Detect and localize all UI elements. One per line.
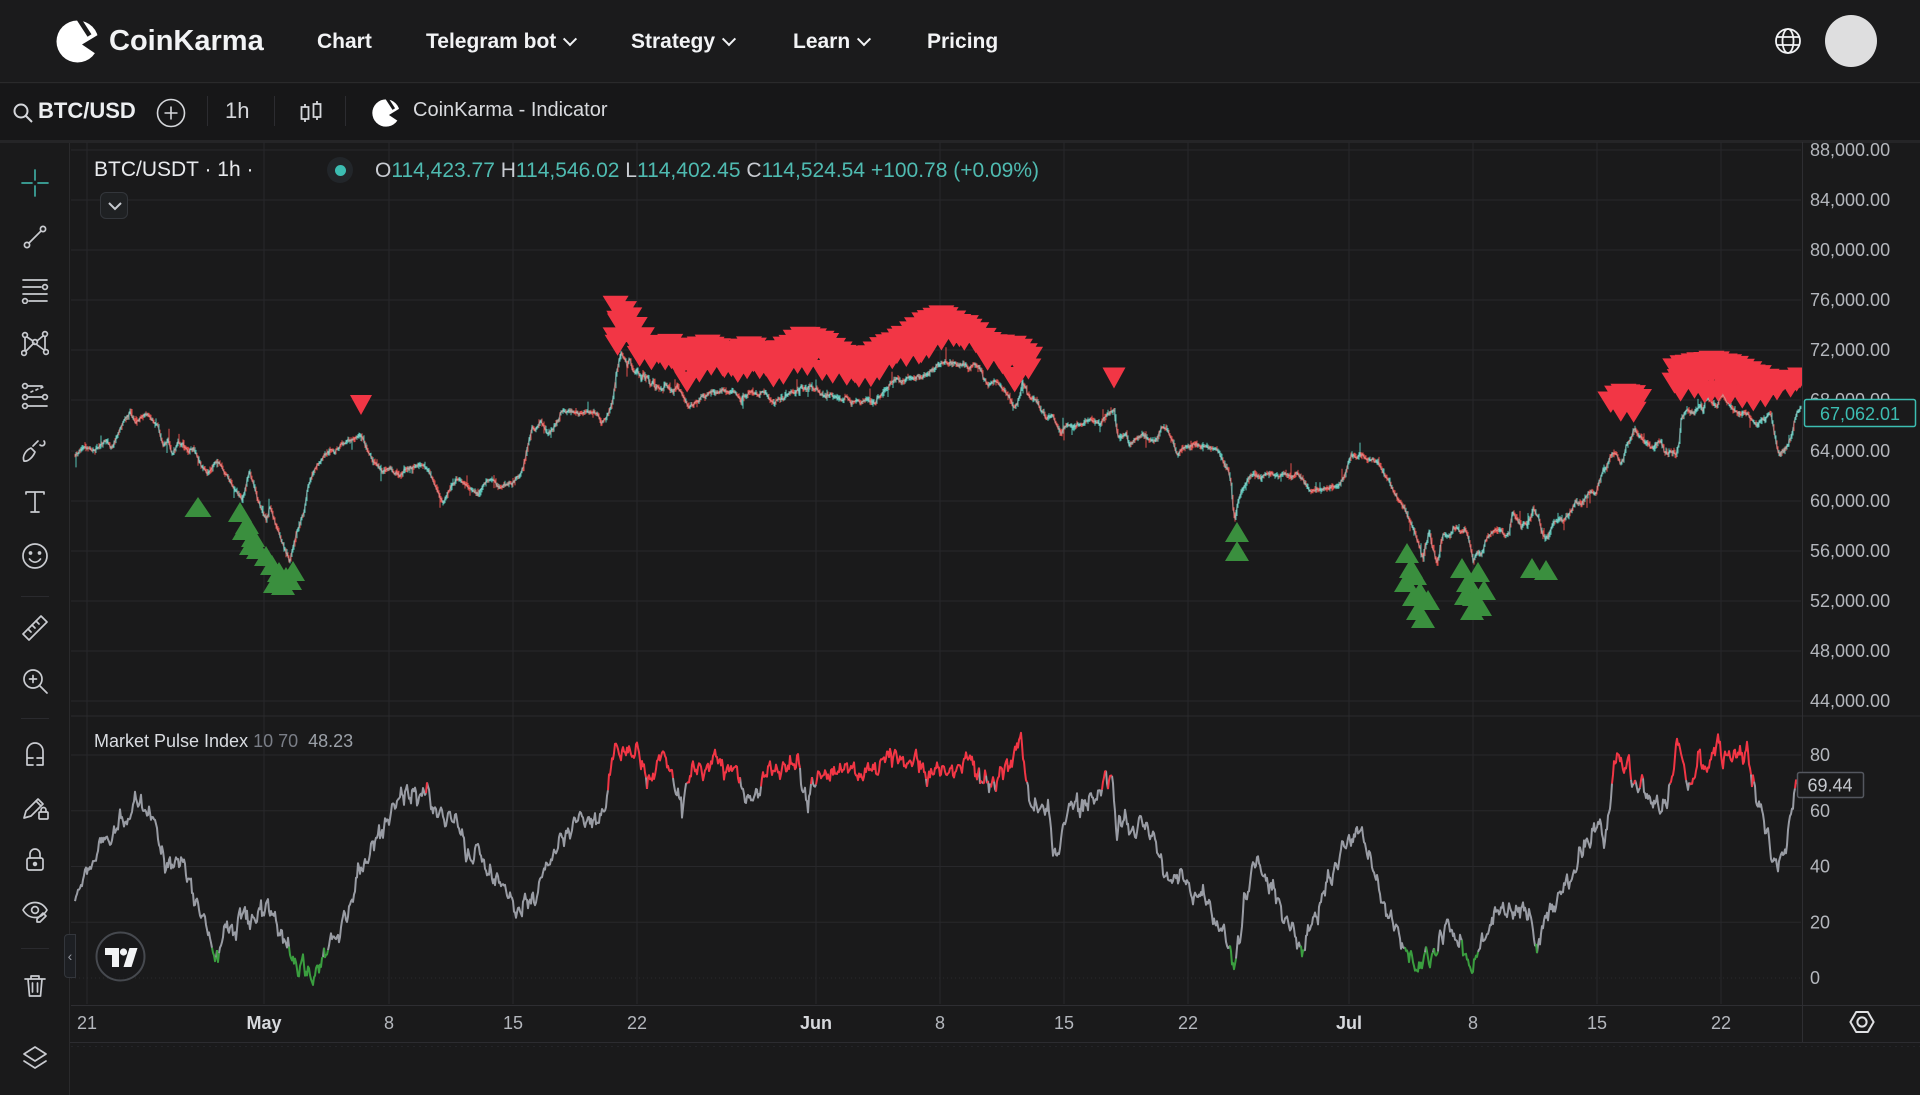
svg-text:64,000.00: 64,000.00 xyxy=(1810,441,1890,461)
svg-text:15: 15 xyxy=(503,1013,523,1033)
svg-text:52,000.00: 52,000.00 xyxy=(1810,591,1890,611)
svg-text:76,000.00: 76,000.00 xyxy=(1810,290,1890,310)
svg-text:60,000.00: 60,000.00 xyxy=(1810,491,1890,511)
svg-text:88,000.00: 88,000.00 xyxy=(1810,140,1890,160)
svg-text:80,000.00: 80,000.00 xyxy=(1810,240,1890,260)
svg-text:67,062.01: 67,062.01 xyxy=(1820,404,1900,424)
svg-text:Jun: Jun xyxy=(800,1013,832,1033)
svg-text:Jul: Jul xyxy=(1336,1013,1362,1033)
svg-text:8: 8 xyxy=(935,1013,945,1033)
svg-text:56,000.00: 56,000.00 xyxy=(1810,541,1890,561)
svg-text:15: 15 xyxy=(1054,1013,1074,1033)
svg-text:72,000.00: 72,000.00 xyxy=(1810,340,1890,360)
svg-text:44,000.00: 44,000.00 xyxy=(1810,691,1890,711)
svg-text:22: 22 xyxy=(627,1013,647,1033)
svg-text:69.44: 69.44 xyxy=(1807,776,1852,796)
svg-text:22: 22 xyxy=(1178,1013,1198,1033)
svg-text:21: 21 xyxy=(77,1013,97,1033)
svg-text:48,000.00: 48,000.00 xyxy=(1810,641,1890,661)
svg-text:84,000.00: 84,000.00 xyxy=(1810,190,1890,210)
svg-text:0: 0 xyxy=(1810,968,1820,988)
svg-text:20: 20 xyxy=(1810,912,1830,932)
svg-text:8: 8 xyxy=(384,1013,394,1033)
svg-text:May: May xyxy=(246,1013,281,1033)
svg-text:40: 40 xyxy=(1810,857,1830,877)
svg-text:80: 80 xyxy=(1810,745,1830,765)
svg-text:22: 22 xyxy=(1711,1013,1731,1033)
svg-text:60: 60 xyxy=(1810,801,1830,821)
svg-text:8: 8 xyxy=(1468,1013,1478,1033)
svg-text:15: 15 xyxy=(1587,1013,1607,1033)
